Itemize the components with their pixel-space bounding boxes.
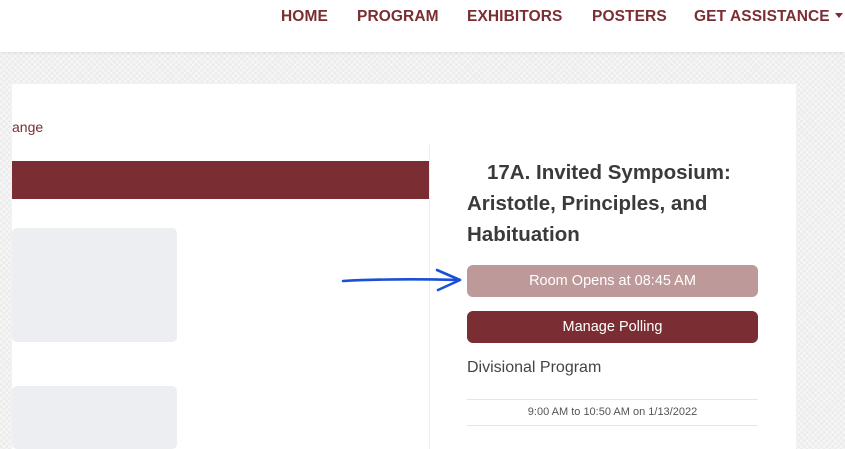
nav-exhibitors[interactable]: EXHIBITORS [467,8,562,26]
session-title: 17A. Invited Symposium: Aristotle, Princ… [467,157,767,250]
column-divider [429,145,430,449]
session-title-line: Habituation [467,223,580,246]
nav-get-assistance-label: GET ASSISTANCE [694,8,830,25]
session-title-line: Aristotle, Principles, and [467,192,708,215]
nav-program[interactable]: PROGRAM [357,8,439,26]
content-placeholder [12,386,177,449]
section-header-bar [12,161,429,199]
arrow-right-icon [341,268,462,292]
caret-down-icon [834,13,843,18]
room-opens-button[interactable]: Room Opens at 08:45 AM [467,265,758,297]
nav-posters[interactable]: POSTERS [592,8,667,26]
top-navigation: HOME PROGRAM EXHIBITORS POSTERS GET ASSI… [0,0,845,52]
nav-get-assistance[interactable]: GET ASSISTANCE [694,8,843,26]
content-placeholder [12,228,177,342]
nav-home[interactable]: HOME [281,8,328,26]
session-title-line: 17A. Invited Symposium: [487,161,731,184]
breadcrumb-link[interactable]: ange [12,119,43,135]
division-label: Divisional Program [467,359,602,376]
manage-polling-button[interactable]: Manage Polling [467,311,758,343]
session-time: 9:00 AM to 10:50 AM on 1/13/2022 [467,399,758,426]
